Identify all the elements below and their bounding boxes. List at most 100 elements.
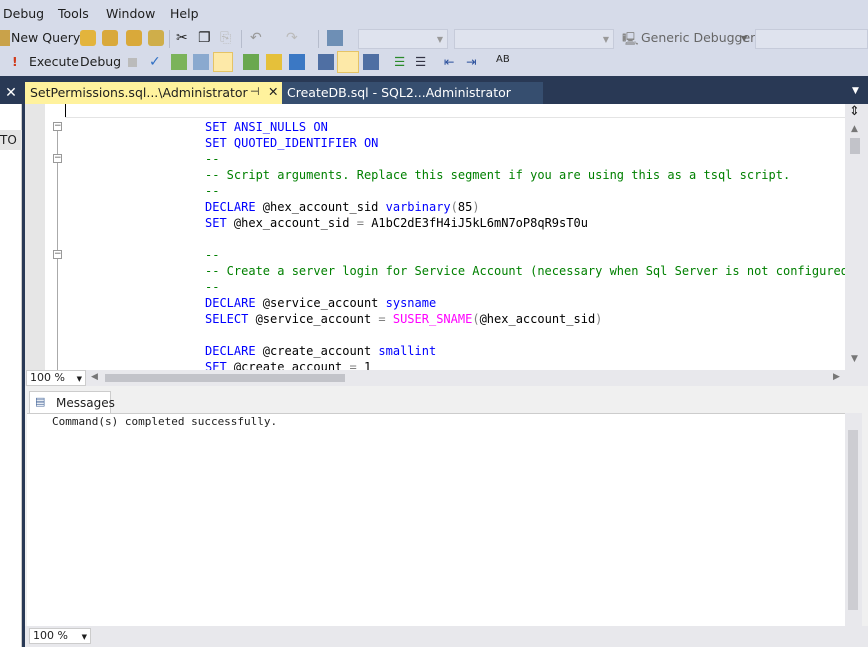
tab-label: CreateDB.sql - SQL2...Administrator — [287, 85, 511, 100]
object-explorer-node[interactable]: TO — [0, 130, 22, 150]
results-grid-icon[interactable] — [337, 51, 359, 73]
uncomment-icon[interactable]: ☰ — [415, 54, 426, 69]
tab-setpermissions[interactable]: SetPermissions.sql...\Administrator ⊣ ✕ — [25, 82, 282, 104]
menu-debug[interactable]: Debug — [3, 6, 44, 21]
results-file-icon[interactable] — [363, 54, 379, 70]
xmla-query-icon[interactable] — [148, 30, 164, 46]
search-combo[interactable] — [755, 29, 868, 49]
decrease-indent-icon[interactable]: ⇤ — [444, 54, 454, 69]
specify-values-icon[interactable]: A͏B — [496, 54, 510, 65]
menu-tools[interactable]: Tools — [58, 6, 89, 21]
execute-button[interactable]: Execute — [29, 54, 79, 69]
editor-gutter — [25, 104, 45, 370]
menu-help[interactable]: Help — [170, 6, 199, 21]
copy-icon[interactable]: ❐ — [198, 30, 211, 46]
query-designer-icon[interactable] — [193, 54, 209, 70]
collapse-icon[interactable]: − — [53, 250, 62, 259]
close-panel-icon[interactable]: ✕ — [0, 82, 22, 104]
debugger-icon: 🖳 — [622, 30, 639, 51]
debugger-dropdown[interactable]: Generic Debugger — [641, 30, 755, 45]
code-line: DECLARE @service_account sysname — [205, 295, 868, 311]
results-zoom-dropdown[interactable]: 100 %▼ — [29, 628, 91, 644]
scroll-up-icon[interactable]: ▲ — [851, 124, 858, 134]
code-token: DECLARE — [205, 344, 263, 358]
code-token: = — [357, 216, 371, 230]
undo-icon[interactable]: ↶ — [250, 30, 262, 46]
code-line: SET ANSI_NULLS ON — [205, 119, 868, 135]
sql-editor-toolbar: ! Execute Debug ✓ ☰ ☰ ⇤ ⇥ A͏B — [0, 50, 868, 74]
mdx-query-icon[interactable] — [102, 30, 118, 46]
display-estimated-plan-icon[interactable] — [171, 54, 187, 70]
chevron-down-icon: ▼ — [741, 34, 747, 43]
code-token: @hex_account_sid — [480, 312, 596, 326]
scroll-right-icon[interactable]: ▶ — [833, 372, 840, 382]
solution-config-dropdown[interactable]: ▼ — [358, 29, 448, 49]
redo-icon[interactable]: ↷ — [286, 30, 298, 46]
code-token: -- — [205, 280, 219, 294]
code-line: SELECT @service_account = SUSER_SNAME(@h… — [205, 311, 868, 327]
code-line: DECLARE @create_account smallint — [205, 343, 868, 359]
results-text-icon[interactable] — [318, 54, 334, 70]
increase-indent-icon[interactable]: ⇥ — [466, 54, 476, 69]
scroll-left-icon[interactable]: ◀ — [91, 372, 98, 382]
hscroll-thumb[interactable] — [105, 374, 345, 382]
zoom-value: 100 % — [30, 371, 65, 384]
results-to-text-icon[interactable] — [213, 52, 233, 72]
results-footer: 100 %▼ — [25, 626, 868, 647]
messages-scrollbar[interactable] — [845, 413, 862, 626]
code-token: SET QUOTED_IDENTIFIER ON — [205, 136, 378, 150]
tab-messages[interactable]: ▤ Messages — [29, 391, 111, 414]
caret — [65, 104, 66, 117]
code-token: -- — [205, 248, 219, 262]
live-stats-icon[interactable] — [266, 54, 282, 70]
dmx-query-icon[interactable] — [126, 30, 142, 46]
code-token: SUSER_SNAME — [393, 312, 472, 326]
debug-button[interactable]: Debug — [80, 54, 121, 69]
collapse-icon[interactable]: − — [53, 154, 62, 163]
comment-icon[interactable]: ☰ — [394, 54, 405, 69]
code-token: @create_account — [234, 360, 350, 370]
split-icon[interactable]: ⇕ — [849, 104, 860, 119]
object-explorer-panel: TO — [0, 104, 22, 647]
code-line: SET @create_account = 1 — [205, 359, 868, 370]
code-token: 1 — [364, 360, 371, 370]
parse-check-icon[interactable]: ✓ — [149, 54, 161, 70]
include-plan-icon[interactable] — [243, 54, 259, 70]
code-token: varbinary — [386, 200, 451, 214]
code-token: SET — [205, 360, 234, 370]
editor-hscroll-row: 100 %▼ ◀ ▶ — [25, 370, 868, 386]
code-line: -- — [205, 183, 868, 199]
query-editor[interactable]: − − − SET ANSI_NULLS ONSET QUOTED_IDENTI… — [25, 104, 868, 370]
editor-zoom-dropdown[interactable]: 100 %▼ — [26, 370, 86, 386]
code-token: @hex_account_sid — [234, 216, 357, 230]
messages-area: Command(s) completed successfully. — [27, 413, 845, 626]
code-token: SET — [205, 216, 234, 230]
new-query-button[interactable]: New Query — [11, 30, 80, 45]
paste-icon[interactable]: ⎘ — [220, 30, 231, 46]
platform-dropdown[interactable]: ▼ — [454, 29, 614, 49]
tab-createdb[interactable]: CreateDB.sql - SQL2...Administrator — [282, 82, 543, 104]
vertical-scrollbar[interactable]: ⇕ ▲ ▼ — [845, 104, 868, 370]
code-token: 85 — [458, 200, 472, 214]
scroll-thumb[interactable] — [848, 430, 858, 610]
current-line — [65, 104, 845, 118]
code-token: -- Script arguments. Replace this segmen… — [205, 168, 790, 182]
scroll-thumb[interactable] — [850, 138, 860, 154]
code-line: SET QUOTED_IDENTIFIER ON — [205, 135, 868, 151]
collapse-icon[interactable]: − — [53, 122, 62, 131]
code-line — [205, 327, 868, 343]
activity-monitor-icon[interactable] — [327, 30, 343, 46]
close-tab-icon[interactable]: ✕ — [268, 84, 278, 99]
code-token: ) — [595, 312, 602, 326]
scroll-down-icon[interactable]: ▼ — [851, 354, 858, 364]
client-stats-icon[interactable] — [289, 54, 305, 70]
code-token: DECLARE — [205, 200, 263, 214]
pin-icon[interactable]: ⊣ — [250, 85, 260, 98]
code-line: -- Script arguments. Replace this segmen… — [205, 167, 868, 183]
cut-icon[interactable]: ✂ — [176, 30, 188, 46]
tab-label: Messages — [56, 396, 115, 410]
database-engine-query-icon[interactable] — [80, 30, 96, 46]
menu-window[interactable]: Window — [106, 6, 155, 21]
tab-overflow-icon[interactable]: ▼ — [852, 86, 859, 96]
stop-icon[interactable] — [128, 58, 137, 67]
